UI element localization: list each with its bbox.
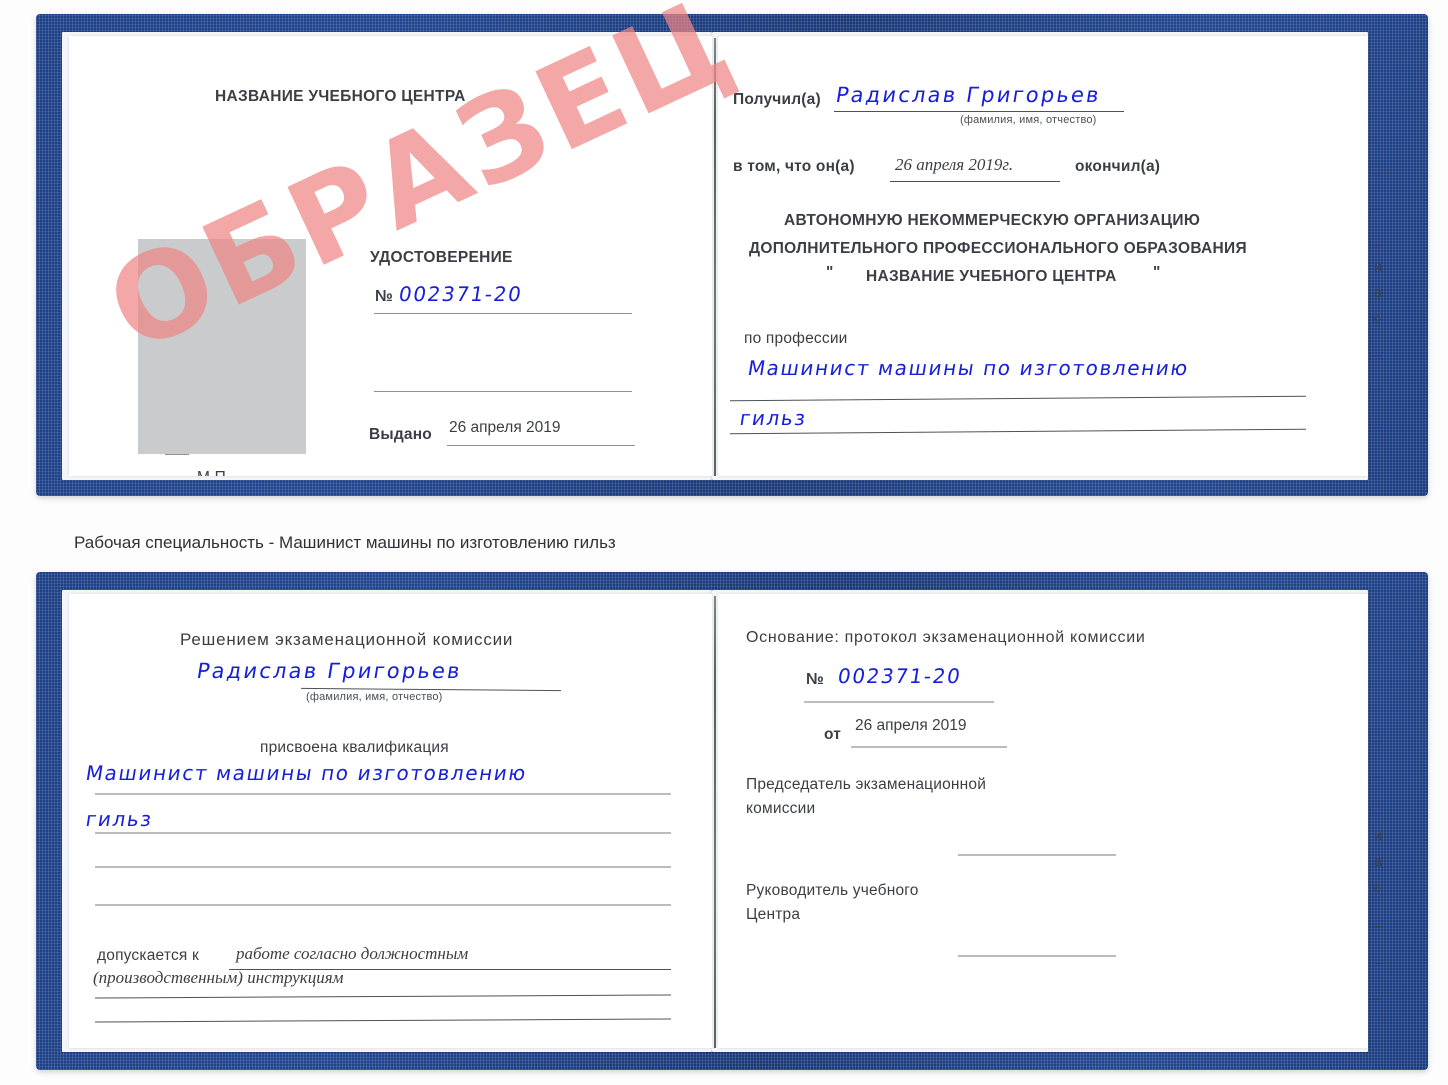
chairman-line-2: комиссии	[746, 800, 816, 817]
admitted-value-line-2: (производственным) инструкциям	[93, 968, 344, 987]
qualification-value-line-2: гильз	[84, 807, 155, 831]
received-label: Получил(а)	[733, 91, 821, 108]
edge-fragment: –	[1374, 804, 1382, 820]
edge-fragment: –	[1374, 346, 1382, 362]
protocol-number-value: 002371-20	[836, 664, 964, 688]
that-he-label: в том, что он(а)	[733, 158, 855, 175]
chairman-line-1: Председатель экзаменационной	[746, 776, 987, 793]
page-bottom-left: Решением экзаменационной комиссии Радисл…	[69, 594, 712, 1048]
edge-fragment: –	[1374, 380, 1382, 396]
qualification-value-line-1: Машинист машины по изготовлению	[84, 761, 529, 785]
seal-label: М.П.	[197, 469, 230, 476]
edge-fragment: а	[1374, 853, 1382, 869]
org-line-1: АВТОНОМНУЮ НЕКОММЕРЧЕСКУЮ ОРГАНИЗАЦИЮ	[784, 212, 1201, 229]
edge-fragment: и	[1374, 258, 1382, 274]
org-line-3: НАЗВАНИЕ УЧЕБНОГО ЦЕНТРА	[866, 268, 1117, 285]
protocol-date-rule	[851, 746, 1007, 748]
org-line-2: ДОПОЛНИТЕЛЬНОГО ПРОФЕССИОНАЛЬНОГО ОБРАЗО…	[749, 240, 1247, 257]
head-of-center-line-2: Центра	[746, 906, 801, 923]
edge-fragment: к-	[1372, 879, 1383, 895]
edge-fragment: –	[1374, 768, 1382, 784]
edge-fragment: а	[1374, 284, 1382, 300]
number-value: 002371-20	[397, 282, 525, 306]
head-of-center-line-1: Руководитель учебного	[746, 882, 919, 899]
issued-label: Выдано	[369, 426, 432, 443]
qualification-rule-2	[95, 832, 671, 834]
admitted-rule-3	[95, 1018, 671, 1023]
blank-rule-1	[374, 391, 632, 392]
page-caption: Рабочая специальность - Машинист машины …	[74, 533, 616, 552]
edge-fragment: –	[1374, 954, 1382, 970]
that-he-date: 26 апреля 2019г.	[895, 155, 1014, 174]
finished-label: окончил(а)	[1075, 158, 1161, 175]
chairman-signature-rule	[958, 854, 1116, 856]
edge-fragment: –	[1374, 164, 1382, 180]
protocol-date-label: от	[824, 726, 842, 743]
edge-fragment: –	[1374, 236, 1382, 252]
qualification-rule-4	[95, 904, 671, 906]
number-label: №	[375, 288, 394, 305]
protocol-number-label: №	[806, 671, 825, 688]
profession-value-line-2: гильз	[738, 406, 809, 430]
edge-fragment: –	[1374, 200, 1382, 216]
commission-decision-heading: Решением экзаменационной комиссии	[180, 630, 514, 649]
protocol-date-value: 26 апреля 2019	[855, 717, 967, 734]
certificate-title: УДОСТОВЕРЕНИЕ	[370, 249, 513, 266]
page-top-left: НАЗВАНИЕ УЧЕБНОГО ЦЕНТРА УДОСТОВЕРЕНИЕ №…	[69, 36, 712, 476]
center-name-heading: НАЗВАНИЕ УЧЕБНОГО ЦЕНТРА	[215, 88, 466, 105]
qualification-rule-1	[95, 793, 671, 795]
edge-fragment: –	[1374, 418, 1382, 434]
admitted-rule-2	[95, 994, 671, 999]
profession-label: по профессии	[744, 330, 848, 347]
basis-label: Основание: протокол экзаменационной коми…	[746, 629, 1146, 646]
spine-bottom	[714, 596, 716, 1048]
admitted-label: допускается к	[97, 947, 199, 964]
certificate-bottom: Решением экзаменационной комиссии Радисл…	[36, 572, 1428, 1070]
profession-rule-2	[730, 428, 1306, 435]
that-he-rule	[890, 181, 1060, 182]
number-rule	[374, 313, 632, 314]
admitted-value-line-1: работе согласно должностным	[236, 944, 469, 963]
photo-bottom-edge	[165, 454, 189, 455]
org-quote-open: "	[826, 264, 834, 281]
edge-fragment: к-	[1372, 310, 1383, 326]
issued-rule	[447, 445, 635, 446]
edge-fragment: –	[1374, 917, 1382, 933]
profession-rule-1	[730, 395, 1306, 402]
received-hint: (фамилия, имя, отчество)	[960, 114, 1097, 126]
certificate-top: НАЗВАНИЕ УЧЕБНОГО ЦЕНТРА УДОСТОВЕРЕНИЕ №…	[36, 14, 1428, 496]
qualification-label: присвоена квалификация	[260, 739, 449, 756]
photo-placeholder	[138, 239, 306, 454]
edge-fragment: и	[1374, 827, 1382, 843]
protocol-number-rule	[804, 701, 994, 703]
issued-value: 26 апреля 2019	[449, 419, 561, 436]
page-top-right: Получил(а) Радислав Григорьев (фамилия, …	[718, 36, 1368, 476]
head-of-center-signature-rule	[958, 955, 1116, 957]
student-name-hint: (фамилия, имя, отчество)	[306, 691, 443, 703]
profession-value-line-1: Машинист машины по изготовлению	[746, 356, 1191, 380]
received-value: Радислав Григорьев	[834, 83, 1103, 107]
spine-top	[714, 38, 716, 476]
org-quote-close: "	[1153, 264, 1161, 281]
page-bottom-right: Основание: протокол экзаменационной коми…	[718, 594, 1368, 1048]
qualification-rule-3	[95, 866, 671, 868]
student-name-value: Радислав Григорьев	[195, 659, 464, 683]
edge-fragment: –	[1374, 732, 1382, 748]
received-rule	[834, 111, 1124, 112]
edge-fragment: –	[1374, 990, 1382, 1006]
